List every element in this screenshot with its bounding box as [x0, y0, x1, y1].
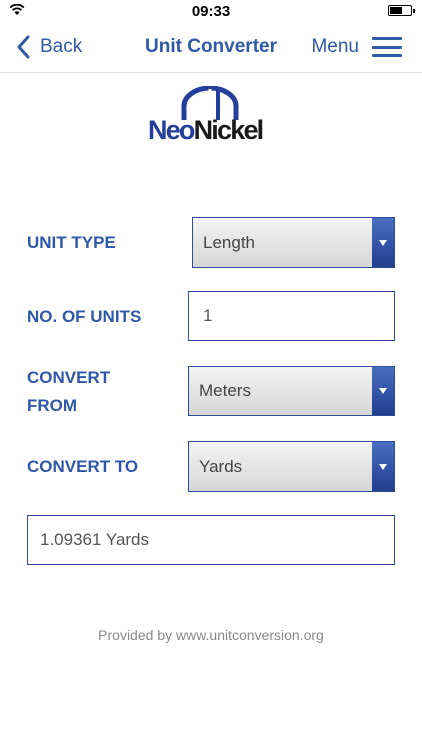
no-of-units-input[interactable]: 1 [188, 291, 395, 341]
convert-to-select[interactable]: Yards [188, 441, 395, 492]
unit-type-select[interactable]: Length [192, 217, 395, 268]
result-field: 1.09361 Yards [27, 515, 395, 565]
convert-to-value: Yards [199, 456, 243, 476]
convert-from-label-line2: FROM [27, 396, 78, 415]
status-time: 09:33 [191, 3, 231, 20]
no-of-units-value: 1 [203, 306, 213, 325]
provider-credit: Provided by www.unitconversion.org [98, 627, 324, 643]
menu-button[interactable]: Menu [311, 34, 402, 60]
battery-icon [388, 5, 415, 16]
chevron-left-icon [17, 35, 30, 59]
logo-text: NeoNickel [148, 115, 264, 145]
menu-label: Menu [311, 36, 359, 57]
dropdown-arrow-icon [372, 442, 394, 491]
convert-to-label: CONVERT TO [27, 457, 139, 476]
neonickel-logo: NeoNickel [148, 86, 274, 148]
status-bar: 09:33 [0, 0, 422, 22]
navigation-bar: Back Unit Converter Menu [0, 22, 422, 73]
convert-from-select[interactable]: Meters [188, 366, 395, 416]
dropdown-arrow-icon [372, 218, 394, 267]
convert-from-value: Meters [199, 381, 251, 400]
no-of-units-label: NO. OF UNITS [27, 307, 142, 326]
unit-type-value: Length [203, 232, 255, 252]
back-button[interactable]: Back [16, 34, 82, 60]
convert-from-label-line1: CONVERT [27, 368, 111, 387]
dropdown-arrow-icon [372, 367, 394, 415]
back-label: Back [40, 36, 83, 57]
convert-from-label: CONVERT FROM [27, 364, 110, 420]
result-value: 1.09361 Yards [40, 530, 150, 549]
unit-type-label: UNIT TYPE [27, 233, 116, 252]
hamburger-menu-icon [372, 37, 402, 57]
